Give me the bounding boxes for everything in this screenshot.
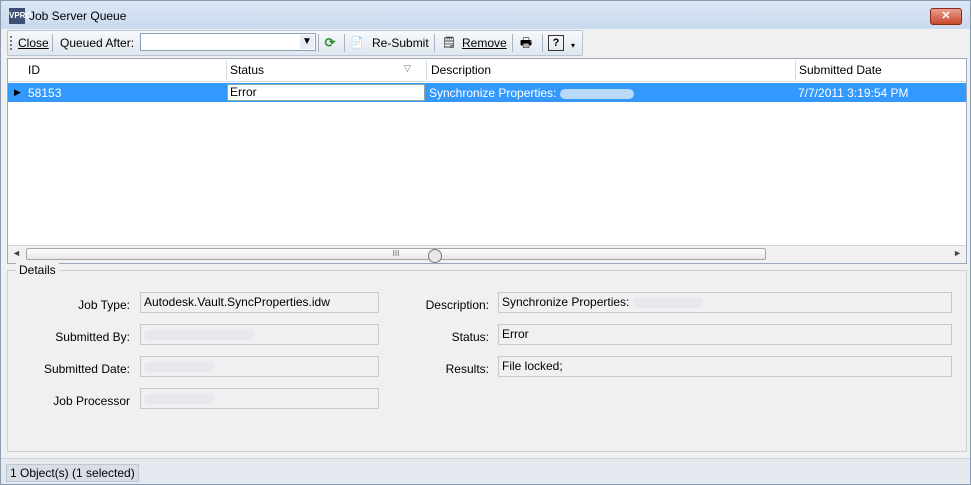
remove-icon[interactable]: 🗒 (440, 33, 458, 53)
toolbar-separator (52, 34, 53, 52)
print-icon[interactable]: 🖶 (516, 33, 536, 53)
toolbar-overflow-icon[interactable]: ▾ (571, 41, 575, 50)
submitted-date-label: Submitted Date: (43, 362, 130, 376)
job-type-label: Job Type: (78, 298, 130, 312)
details-panel: Details Job Type: Autodesk.Vault.SyncPro… (7, 263, 967, 452)
column-header-submitted-date[interactable]: Submitted Date (799, 63, 882, 77)
status-bar: 1 Object(s) (1 selected) (1, 458, 970, 484)
remove-button[interactable]: Remove (462, 35, 507, 51)
job-queue-grid: ID Status ▽ Description Submitted Date ▶… (7, 58, 967, 264)
details-legend: Details (16, 263, 59, 277)
results-label: Results: (445, 362, 489, 376)
redacted-text (559, 88, 634, 99)
description-field[interactable]: Synchronize Properties: (498, 292, 952, 313)
window-title: Job Server Queue (29, 9, 127, 23)
horizontal-scrollbar[interactable]: ◄ III ► (8, 245, 966, 263)
close-window-button[interactable]: ✕ (930, 8, 962, 25)
queued-after-dropdown[interactable]: ▼ (140, 33, 316, 51)
resubmit-icon[interactable]: 📄 (348, 33, 366, 53)
splitter-handle[interactable] (428, 249, 442, 263)
toolbar-grip[interactable] (10, 36, 15, 50)
description-value: Synchronize Properties: (502, 295, 630, 309)
row-description: Synchronize Properties: (429, 86, 634, 100)
redacted-text (144, 361, 214, 372)
row-indicator-icon: ▶ (14, 87, 21, 97)
toolbar-separator (512, 34, 513, 52)
resubmit-button[interactable]: Re-Submit (372, 35, 429, 51)
submitted-by-field[interactable] (140, 324, 379, 345)
redacted-text (632, 297, 703, 308)
toolbar-separator (434, 34, 435, 52)
job-server-queue-window: VPRO Job Server Queue ✕ Close Queued Aft… (0, 0, 971, 485)
redacted-text (144, 393, 214, 404)
toolbar: Close Queued After: ▼ ⟳ 📄 Re-Submit 🗒 Re… (7, 30, 583, 56)
job-processor-field[interactable] (140, 388, 379, 409)
results-field[interactable]: File locked; (498, 356, 952, 377)
scroll-right-icon[interactable]: ► (953, 248, 962, 258)
toolbar-separator (542, 34, 543, 52)
column-header-id[interactable]: ID (28, 63, 40, 77)
row-description-text: Synchronize Properties: (429, 86, 557, 100)
job-processor-label: Job Processor (53, 394, 130, 408)
column-separator (226, 60, 227, 80)
submitted-by-label: Submitted By: (55, 330, 130, 344)
status-label: Status: (451, 330, 489, 344)
column-header-description[interactable]: Description (431, 63, 491, 77)
help-icon[interactable]: ? (548, 35, 564, 51)
toolbar-separator (318, 34, 319, 52)
redacted-text (144, 329, 254, 340)
vault-app-icon: VPRO (9, 8, 32, 24)
grid-header: ID Status ▽ Description Submitted Date (8, 59, 966, 82)
scrollbar-thumb[interactable]: III (26, 248, 766, 260)
selection-count: 1 Object(s) (1 selected) (6, 464, 139, 482)
queued-after-label: Queued After: (60, 36, 135, 50)
column-separator (426, 60, 427, 80)
close-button[interactable]: Close (18, 35, 49, 51)
column-header-status[interactable]: Status (230, 63, 264, 77)
row-id: 58153 (28, 86, 62, 100)
scroll-left-icon[interactable]: ◄ (12, 248, 21, 258)
toolbar-separator (344, 34, 345, 52)
refresh-icon[interactable]: ⟳ (320, 33, 340, 53)
title-bar: VPRO Job Server Queue ✕ (1, 1, 970, 29)
job-type-field[interactable]: Autodesk.Vault.SyncProperties.idw (140, 292, 379, 313)
column-separator (795, 60, 796, 80)
status-field[interactable]: Error (498, 324, 952, 345)
submitted-date-field[interactable] (140, 356, 379, 377)
row-status[interactable]: Error (227, 84, 425, 101)
row-submitted-date: 7/7/2011 3:19:54 PM (798, 86, 909, 100)
sort-filter-icon[interactable]: ▽ (404, 63, 411, 74)
description-label: Description: (425, 298, 489, 312)
table-row[interactable]: ▶ 58153 Error Synchronize Properties: 7/… (8, 83, 966, 102)
chevron-down-icon[interactable]: ▼ (300, 35, 314, 49)
